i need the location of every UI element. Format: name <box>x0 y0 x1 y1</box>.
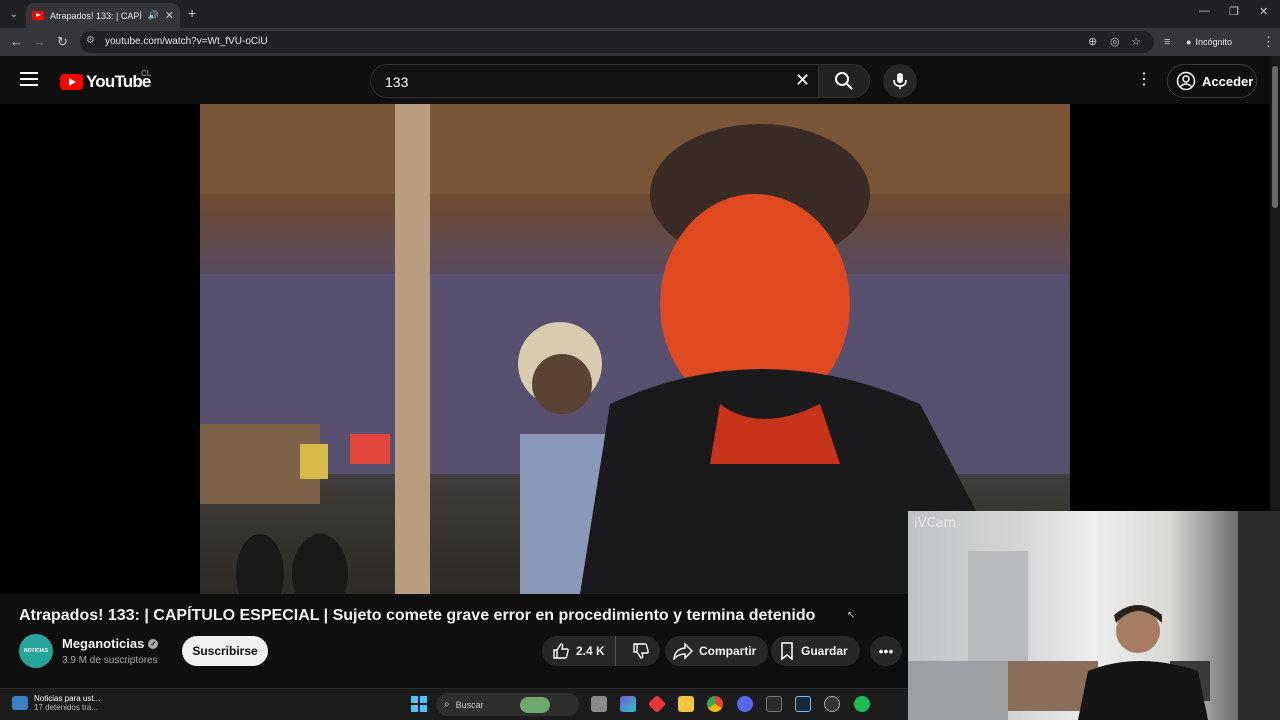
window-close-icon[interactable]: ✕ <box>1259 5 1268 18</box>
search-input[interactable]: 133 ✕ <box>370 64 818 98</box>
youtube-play-icon <box>60 74 83 90</box>
windows-start-icon[interactable] <box>411 696 427 712</box>
signin-label: Acceder <box>1202 73 1254 89</box>
search-icon <box>835 72 853 90</box>
news-subtitle: 17 detenidos tra... <box>34 703 99 712</box>
like-button[interactable]: 2.4 K <box>542 636 616 666</box>
incognito-label: Incógnito <box>1195 37 1232 47</box>
bookmark-star-icon[interactable]: ☆ <box>1131 35 1141 48</box>
omnibox[interactable]: ⚙ youtube.com/watch?v=Wt_fVU-oCiU ⊕ ◎ ☆ <box>80 31 1154 53</box>
url-text[interactable]: youtube.com/watch?v=Wt_fVU-oCiU <box>105 36 268 47</box>
minimize-icon[interactable]: — <box>1199 5 1210 17</box>
incognito-icon: ● <box>1186 37 1192 47</box>
news-title: Noticias para ust... <box>34 694 101 703</box>
webcam-overlay: iVCam <box>908 511 1280 720</box>
channel-name-row[interactable]: Meganoticias ✓ <box>62 636 159 651</box>
site-info-icon[interactable]: ⚙ <box>86 35 95 46</box>
epic-games-icon[interactable] <box>766 696 782 712</box>
hamburger-menu-icon[interactable] <box>20 72 38 86</box>
new-tab-plus-icon[interactable]: + <box>188 5 196 21</box>
like-dislike-group: 2.4 K <box>542 636 660 666</box>
voice-search-button[interactable] <box>883 64 917 98</box>
address-toolbar: ← → ↻ ⚙ youtube.com/watch?v=Wt_fVU-oCiU … <box>0 28 1280 56</box>
audio-playing-icon[interactable]: 🔊 <box>148 10 159 21</box>
tab-close-icon[interactable]: ✕ <box>165 9 174 22</box>
taskbar-search-placeholder: Buscar <box>455 699 484 710</box>
chrome-icon[interactable] <box>707 696 723 712</box>
news-icon <box>12 696 28 710</box>
zoom-icon[interactable]: ⊕ <box>1088 35 1097 48</box>
incognito-indicator[interactable]: ● Incógnito <box>1186 33 1232 51</box>
browser-tab[interactable]: Atrapados! 133: | CAPÍTULO ESPECIAL | Su… <box>26 3 180 28</box>
youtube-favicon-icon <box>32 11 44 20</box>
spotify-icon[interactable] <box>854 696 870 712</box>
more-actions-icon[interactable]: ••• <box>870 636 902 666</box>
search-button[interactable] <box>818 64 870 98</box>
mouse-cursor-icon: ↖ <box>847 610 856 621</box>
discord-icon[interactable] <box>737 696 753 712</box>
tab-list-chevron-icon[interactable]: ⌄ <box>4 4 24 24</box>
back-arrow-icon[interactable]: ← <box>10 34 23 49</box>
task-view-icon[interactable] <box>591 696 607 712</box>
media-control-icon[interactable]: ≡ <box>1164 36 1170 48</box>
steam-icon[interactable] <box>795 696 811 712</box>
subscribe-button[interactable]: Suscribirse <box>182 636 268 666</box>
channel-avatar[interactable]: NOTICIAS <box>19 634 53 668</box>
browser-menu-icon[interactable]: ⋮ <box>1262 34 1275 50</box>
clear-search-icon[interactable]: ✕ <box>795 70 810 91</box>
channel-avatar-text: NOTICIAS <box>24 648 48 654</box>
subscriber-count: 3.9 M de suscriptores <box>62 655 158 666</box>
youtube-header: YouTube CL 133 ✕ ⋮ Acceder <box>0 56 1270 104</box>
bookmark-icon <box>781 642 793 660</box>
copilot-icon[interactable] <box>620 696 636 712</box>
save-button[interactable]: Guardar <box>771 636 860 666</box>
eye-off-icon[interactable]: ◎ <box>1110 35 1120 48</box>
dislike-button[interactable] <box>622 636 660 666</box>
video-title: Atrapados! 133: | CAPÍTULO ESPECIAL | Su… <box>19 607 816 624</box>
microphone-icon <box>893 73 907 89</box>
more-options-icon[interactable]: ⋮ <box>1136 69 1152 89</box>
verified-badge-icon: ✓ <box>148 638 159 649</box>
xbox-icon[interactable] <box>824 696 840 712</box>
video-info: Atrapados! 133: | CAPÍTULO ESPECIAL | Su… <box>0 594 908 688</box>
webcam-feed-image <box>908 511 1280 720</box>
forward-arrow-icon[interactable]: → <box>33 34 46 49</box>
reload-icon[interactable]: ↻ <box>57 34 68 50</box>
account-circle-icon <box>1176 71 1196 91</box>
search-query[interactable]: 133 <box>385 74 408 90</box>
youtube-logo[interactable]: YouTube <box>60 72 151 92</box>
thumbs-up-icon <box>553 643 569 659</box>
windows-taskbar: Noticias para ust... 17 detenidos tra...… <box>0 688 908 720</box>
share-label: Compartir <box>699 644 757 658</box>
browser-tab-bar: ⌄ Atrapados! 133: | CAPÍTULO ESPECIAL | … <box>0 0 1280 28</box>
signin-button[interactable]: Acceder <box>1167 64 1257 98</box>
news-widget[interactable]: Noticias para ust... 17 detenidos tra... <box>12 694 100 712</box>
restore-icon[interactable]: ❐ <box>1229 5 1239 18</box>
share-button[interactable]: Compartir <box>665 636 769 666</box>
app-red-diamond-icon[interactable] <box>647 694 667 714</box>
like-count: 2.4 K <box>576 644 605 658</box>
taskbar-search[interactable]: ⌕ Buscar <box>436 693 579 716</box>
channel-name[interactable]: Meganoticias <box>62 636 144 651</box>
webcam-label: iVCam <box>914 516 957 531</box>
tab-title: Atrapados! 133: | CAPÍTULO ESPECIAL | Su… <box>50 10 142 21</box>
taskbar-search-icon: ⌕ <box>444 699 450 710</box>
file-explorer-icon[interactable] <box>678 696 694 712</box>
save-label: Guardar <box>801 644 848 658</box>
share-arrow-icon <box>673 642 693 660</box>
country-code: CL <box>141 69 152 78</box>
scrollbar-thumb[interactable] <box>1272 66 1278 208</box>
search-highlight-icon <box>519 696 550 713</box>
thumbs-down-icon <box>632 643 649 659</box>
